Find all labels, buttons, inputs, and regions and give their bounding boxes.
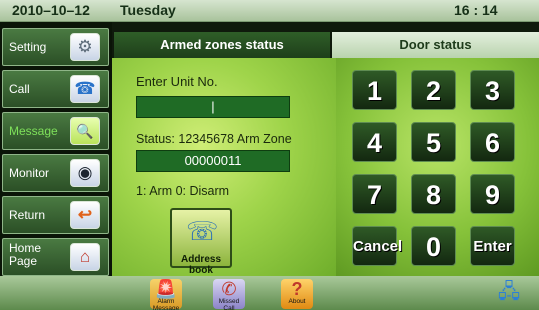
keypad: 1 2 3 4 5 6 7 8 9 Cancel 0 Enter: [336, 58, 539, 276]
sidebar-item-setting[interactable]: Setting ⚙: [2, 28, 109, 66]
alarm-message-button[interactable]: 🚨 Alarm Message: [150, 279, 182, 310]
status-label: Status: 12345678 Arm Zone: [136, 132, 292, 146]
status-value: 00000011: [136, 150, 290, 172]
sidebar-item-home-page[interactable]: Home Page ⌂: [2, 238, 109, 276]
key-9[interactable]: 9: [470, 174, 515, 214]
key-1[interactable]: 1: [352, 70, 397, 110]
magnifier-icon: 🔍: [70, 117, 100, 145]
label-line: Home: [9, 241, 42, 255]
tab-armed-zones-status[interactable]: Armed zones status: [114, 32, 330, 58]
address-book-button[interactable]: ☏ Address book: [170, 208, 232, 276]
house-icon: ⌂: [70, 243, 100, 271]
alarm-message-label: Alarm Message: [152, 298, 180, 310]
day-label: Tuesday: [120, 2, 176, 18]
key-0[interactable]: 0: [411, 226, 456, 266]
about-button[interactable]: ? About: [281, 279, 313, 309]
key-5[interactable]: 5: [411, 122, 456, 162]
time-label: 16 : 14: [454, 2, 498, 18]
sidebar-item-label: Setting: [9, 40, 47, 54]
arm-legend: 1: Arm 0: Disarm: [136, 184, 230, 198]
key-4[interactable]: 4: [352, 122, 397, 162]
enter-unit-label: Enter Unit No.: [136, 74, 218, 89]
key-8[interactable]: 8: [411, 174, 456, 214]
missed-call-label: Missed Call: [218, 298, 240, 310]
sidebar-item-monitor[interactable]: Monitor ◉: [2, 154, 109, 192]
sidebar-item-label: Message: [9, 124, 58, 138]
camera-icon: ◉: [70, 159, 100, 187]
sidebar: Setting ⚙ Call ☎ Message 🔍 Monitor ◉ Ret…: [0, 22, 112, 276]
return-arrow-icon: ↩: [70, 201, 100, 229]
address-book-icon: ☏: [186, 216, 219, 246]
phone-icon: ☎: [70, 75, 100, 103]
key-3[interactable]: 3: [470, 70, 515, 110]
question-mark-icon: ?: [291, 279, 303, 299]
alarm-light-icon: 🚨: [154, 279, 178, 299]
missed-call-button[interactable]: ✆ Missed Call: [213, 279, 245, 310]
tab-door-status[interactable]: Door status: [332, 32, 539, 58]
label-line: Page: [9, 254, 38, 268]
about-label: About: [288, 298, 306, 305]
sidebar-item-return[interactable]: Return ↩: [2, 196, 109, 234]
address-book-label: Address book: [180, 254, 221, 276]
key-7[interactable]: 7: [352, 174, 397, 214]
sidebar-item-call[interactable]: Call ☎: [2, 70, 109, 108]
missed-call-icon: ✆: [221, 279, 237, 299]
cancel-button[interactable]: Cancel: [352, 226, 402, 266]
network-computers-icon[interactable]: 🖧: [494, 282, 524, 308]
unit-number-input[interactable]: |: [136, 96, 290, 118]
sidebar-item-label: Monitor: [9, 166, 50, 180]
sidebar-item-label: Call: [9, 82, 30, 96]
status-bar: 2010–10–12 Tuesday 16 : 14: [0, 0, 539, 22]
date-label: 2010–10–12: [12, 2, 90, 18]
gear-icon: ⚙: [70, 33, 100, 61]
sidebar-item-label: Home Page: [9, 242, 41, 268]
key-2[interactable]: 2: [411, 70, 456, 110]
enter-button[interactable]: Enter: [470, 226, 515, 266]
sidebar-item-message[interactable]: Message 🔍: [2, 112, 109, 150]
armed-zones-panel: Enter Unit No. | Status: 12345678 Arm Zo…: [112, 58, 336, 276]
bottom-bar: 🚨 Alarm Message ✆ Missed Call ? About 🖧: [0, 276, 539, 310]
key-6[interactable]: 6: [470, 122, 515, 162]
sidebar-item-label: Return: [9, 208, 46, 222]
